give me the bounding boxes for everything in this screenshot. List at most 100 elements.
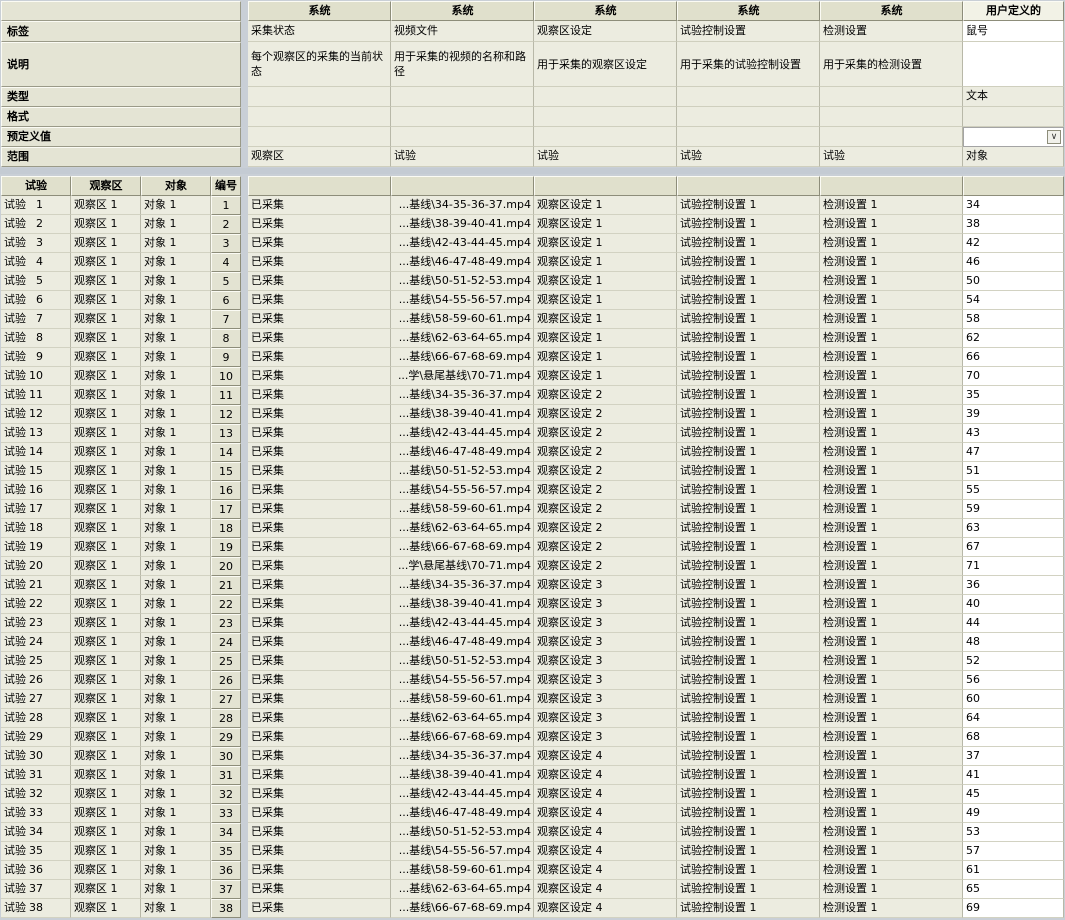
video-file-cell[interactable]: ...基线\34-35-36-37.mp4	[391, 576, 534, 595]
mouse-id-cell[interactable]: 67	[963, 538, 1064, 557]
row-number[interactable]: 26	[211, 671, 241, 690]
video-file-cell[interactable]: ...基线\62-63-64-65.mp4	[391, 709, 534, 728]
detection-settings-cell[interactable]: 检测设置 1	[820, 823, 963, 842]
row-number[interactable]: 15	[211, 462, 241, 481]
trial-cell[interactable]: 试验 37	[1, 880, 71, 899]
arena-cell[interactable]: 观察区 1	[71, 310, 141, 329]
detection-settings-cell[interactable]: 检测设置 1	[820, 367, 963, 386]
acquisition-status-cell[interactable]: 已采集	[248, 291, 391, 310]
detection-settings-cell[interactable]: 检测设置 1	[820, 348, 963, 367]
acquisition-status-cell[interactable]: 已采集	[248, 709, 391, 728]
acquisition-status-cell[interactable]: 已采集	[248, 899, 391, 918]
trial-control-cell[interactable]: 试验控制设置 1	[677, 234, 820, 253]
video-file-cell[interactable]: ...基线\50-51-52-53.mp4	[391, 652, 534, 671]
column-type[interactable]	[534, 87, 677, 107]
trial-control-cell[interactable]: 试验控制设置 1	[677, 671, 820, 690]
video-file-cell[interactable]: ...基线\58-59-60-61.mp4	[391, 690, 534, 709]
arena-settings-cell[interactable]: 观察区设定 3	[534, 633, 677, 652]
trial-cell[interactable]: 试验 32	[1, 785, 71, 804]
detection-settings-cell[interactable]: 检测设置 1	[820, 310, 963, 329]
trial-cell[interactable]: 试验 17	[1, 500, 71, 519]
mouse-id-cell[interactable]: 43	[963, 424, 1064, 443]
video-file-cell[interactable]: ...基线\38-39-40-41.mp4	[391, 766, 534, 785]
row-number[interactable]: 12	[211, 405, 241, 424]
subject-cell[interactable]: 对象 1	[141, 633, 211, 652]
column-tag[interactable]: 视频文件	[391, 21, 534, 42]
detection-settings-cell[interactable]: 检测设置 1	[820, 614, 963, 633]
trial-control-cell[interactable]: 试验控制设置 1	[677, 348, 820, 367]
acquisition-status-cell[interactable]: 已采集	[248, 215, 391, 234]
column-description[interactable]	[963, 42, 1064, 87]
column-predefined[interactable]	[391, 127, 534, 147]
column-format[interactable]	[534, 107, 677, 127]
arena-cell[interactable]: 观察区 1	[71, 291, 141, 310]
row-number[interactable]: 36	[211, 861, 241, 880]
trial-control-cell[interactable]: 试验控制设置 1	[677, 443, 820, 462]
trial-cell[interactable]: 试验 27	[1, 690, 71, 709]
trial-cell[interactable]: 试验 10	[1, 367, 71, 386]
video-file-cell[interactable]: ...基线\58-59-60-61.mp4	[391, 500, 534, 519]
arena-cell[interactable]: 观察区 1	[71, 614, 141, 633]
mouse-id-cell[interactable]: 68	[963, 728, 1064, 747]
row-number[interactable]: 17	[211, 500, 241, 519]
detection-settings-cell[interactable]: 检测设置 1	[820, 728, 963, 747]
arena-settings-cell[interactable]: 观察区设定 2	[534, 405, 677, 424]
column-predefined[interactable]	[248, 127, 391, 147]
mouse-id-cell[interactable]: 53	[963, 823, 1064, 842]
arena-settings-cell[interactable]: 观察区设定 2	[534, 557, 677, 576]
chevron-down-icon[interactable]: ∨	[1047, 130, 1061, 144]
arena-cell[interactable]: 观察区 1	[71, 861, 141, 880]
trial-control-cell[interactable]: 试验控制设置 1	[677, 519, 820, 538]
trial-cell[interactable]: 试验 2	[1, 215, 71, 234]
subject-cell[interactable]: 对象 1	[141, 500, 211, 519]
subject-cell[interactable]: 对象 1	[141, 899, 211, 918]
detection-settings-cell[interactable]: 检测设置 1	[820, 709, 963, 728]
video-file-cell[interactable]: ...基线\46-47-48-49.mp4	[391, 633, 534, 652]
arena-cell[interactable]: 观察区 1	[71, 500, 141, 519]
row-number[interactable]: 6	[211, 291, 241, 310]
subject-cell[interactable]: 对象 1	[141, 538, 211, 557]
video-file-cell[interactable]: ...基线\34-35-36-37.mp4	[391, 386, 534, 405]
column-type[interactable]: 文本	[963, 87, 1064, 107]
video-file-cell[interactable]: ...基线\58-59-60-61.mp4	[391, 310, 534, 329]
video-file-cell[interactable]: ...基线\62-63-64-65.mp4	[391, 329, 534, 348]
video-file-cell[interactable]: ...基线\50-51-52-53.mp4	[391, 462, 534, 481]
trial-cell[interactable]: 试验 25	[1, 652, 71, 671]
column-predefined[interactable]	[820, 127, 963, 147]
detection-settings-cell[interactable]: 检测设置 1	[820, 538, 963, 557]
arena-cell[interactable]: 观察区 1	[71, 652, 141, 671]
subject-cell[interactable]: 对象 1	[141, 405, 211, 424]
subject-cell[interactable]: 对象 1	[141, 253, 211, 272]
acquisition-status-cell[interactable]: 已采集	[248, 842, 391, 861]
detection-settings-cell[interactable]: 检测设置 1	[820, 234, 963, 253]
acquisition-status-cell[interactable]: 已采集	[248, 728, 391, 747]
trial-cell[interactable]: 试验 12	[1, 405, 71, 424]
arena-settings-cell[interactable]: 观察区设定 4	[534, 880, 677, 899]
trial-control-cell[interactable]: 试验控制设置 1	[677, 709, 820, 728]
row-number[interactable]: 10	[211, 367, 241, 386]
row-number[interactable]: 22	[211, 595, 241, 614]
mouse-id-cell[interactable]: 48	[963, 633, 1064, 652]
row-number[interactable]: 23	[211, 614, 241, 633]
arena-settings-cell[interactable]: 观察区设定 1	[534, 215, 677, 234]
subject-cell[interactable]: 对象 1	[141, 842, 211, 861]
trial-control-cell[interactable]: 试验控制设置 1	[677, 310, 820, 329]
trial-cell[interactable]: 试验 14	[1, 443, 71, 462]
arena-cell[interactable]: 观察区 1	[71, 766, 141, 785]
detection-settings-cell[interactable]: 检测设置 1	[820, 462, 963, 481]
video-file-cell[interactable]: ...基线\54-55-56-57.mp4	[391, 671, 534, 690]
mouse-id-cell[interactable]: 71	[963, 557, 1064, 576]
detection-settings-cell[interactable]: 检测设置 1	[820, 424, 963, 443]
trial-cell[interactable]: 试验 23	[1, 614, 71, 633]
acquisition-status-cell[interactable]: 已采集	[248, 310, 391, 329]
arena-settings-cell[interactable]: 观察区设定 1	[534, 310, 677, 329]
trial-control-cell[interactable]: 试验控制设置 1	[677, 842, 820, 861]
arena-cell[interactable]: 观察区 1	[71, 253, 141, 272]
video-file-cell[interactable]: ...基线\66-67-68-69.mp4	[391, 348, 534, 367]
data-column-header[interactable]	[391, 176, 534, 196]
mouse-id-cell[interactable]: 42	[963, 234, 1064, 253]
detection-settings-cell[interactable]: 检测设置 1	[820, 747, 963, 766]
row-number[interactable]: 21	[211, 576, 241, 595]
arena-settings-cell[interactable]: 观察区设定 2	[534, 481, 677, 500]
subject-cell[interactable]: 对象 1	[141, 424, 211, 443]
